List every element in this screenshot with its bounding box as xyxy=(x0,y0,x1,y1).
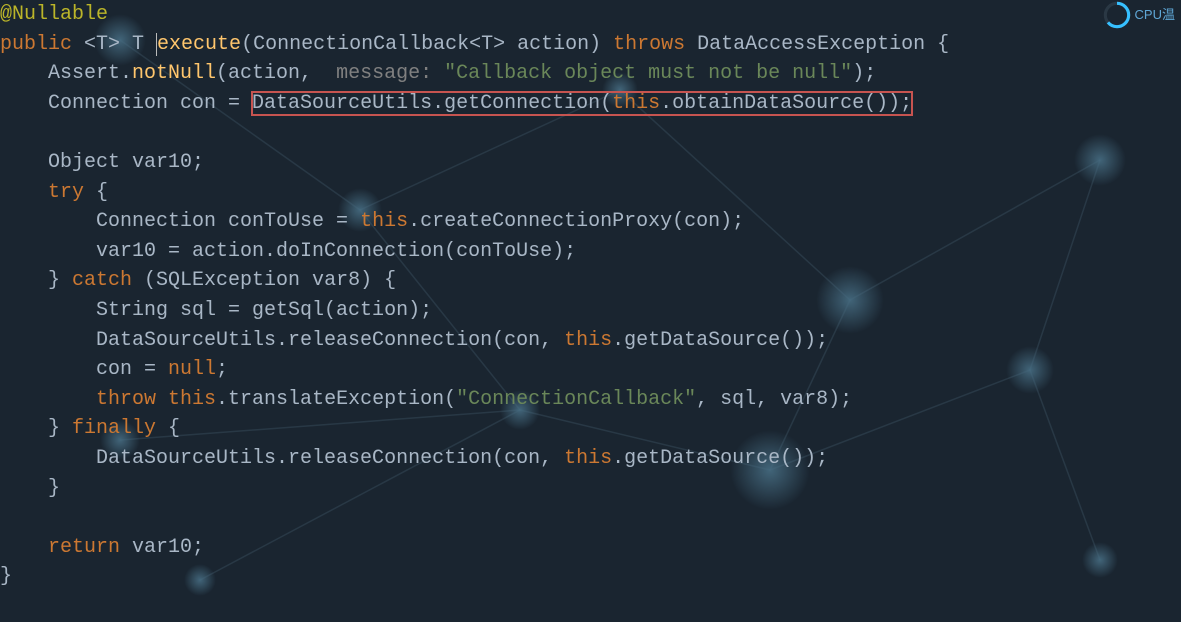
kw-return: return xyxy=(0,536,120,559)
obtain-ds: .obtainDataSource()); xyxy=(660,92,912,115)
method-name-execute: execute xyxy=(157,33,241,56)
kw-public: public xyxy=(0,33,72,56)
con-null-a: con = xyxy=(0,358,168,381)
kw-throws: throws xyxy=(613,33,685,56)
ds-util-call: DataSourceUtils.getConnection( xyxy=(252,92,612,115)
annotation: @Nullable xyxy=(0,3,108,26)
method-notnull: notNull xyxy=(132,62,216,85)
string-literal: "ConnectionCallback" xyxy=(456,388,696,411)
hint-message: message: xyxy=(324,62,444,85)
sql-decl: String sql = getSql(action); xyxy=(0,299,432,322)
param-list: (ConnectionCallback<T> action) xyxy=(241,33,613,56)
get-ds: .getDataSource()); xyxy=(612,329,828,352)
highlighted-expression: DataSourceUtils.getConnection(this.obtai… xyxy=(252,92,912,115)
translate-a: .translateException( xyxy=(216,388,456,411)
kw-try: try xyxy=(0,181,84,204)
cpu-ring-icon xyxy=(1103,1,1131,29)
code-editor[interactable]: @Nullable public <T> T execute(Connectio… xyxy=(0,0,1181,592)
assert-line: Assert. xyxy=(0,62,132,85)
create-proxy: .createConnectionProxy(con); xyxy=(408,210,744,233)
con-null-b: ; xyxy=(216,358,228,381)
con-decl: Connection con = xyxy=(0,92,252,115)
kw-this: this xyxy=(564,447,612,470)
throws-type: DataAccessException { xyxy=(685,33,949,56)
brace: { xyxy=(84,181,108,204)
get-ds-2: .getDataSource()); xyxy=(612,447,828,470)
close-method: } xyxy=(0,565,12,588)
string-literal: "Callback object must not be null" xyxy=(444,62,852,85)
contouse-decl: Connection conToUse = xyxy=(0,210,360,233)
release-call: DataSourceUtils.releaseConnection(con, xyxy=(0,329,564,352)
kw-this: this xyxy=(612,92,660,115)
kw-this: this xyxy=(168,388,216,411)
kw-throw: throw xyxy=(0,388,168,411)
kw-null: null xyxy=(168,358,216,381)
translate-b: , sql, var8); xyxy=(696,388,852,411)
kw-finally: finally xyxy=(72,417,156,440)
line-end: ); xyxy=(852,62,876,85)
var10-decl: Object var10; xyxy=(0,151,204,174)
close-finally: } xyxy=(0,477,60,500)
var10-assign: var10 = action.doInConnection(conToUse); xyxy=(0,240,576,263)
brace: { xyxy=(156,417,180,440)
return-expr: var10; xyxy=(120,536,204,559)
release-call-2: DataSourceUtils.releaseConnection(con, xyxy=(0,447,564,470)
generic-t: <T> T xyxy=(84,33,156,56)
cpu-temp-widget[interactable]: CPU温 xyxy=(1103,0,1175,30)
close-try: } xyxy=(0,269,72,292)
kw-this: this xyxy=(360,210,408,233)
kw-this: this xyxy=(564,329,612,352)
catch-param: (SQLException var8) { xyxy=(132,269,396,292)
cpu-label: CPU温 xyxy=(1135,0,1175,30)
kw-catch: catch xyxy=(72,269,132,292)
assert-args: (action, xyxy=(216,62,324,85)
close-catch: } xyxy=(0,417,72,440)
